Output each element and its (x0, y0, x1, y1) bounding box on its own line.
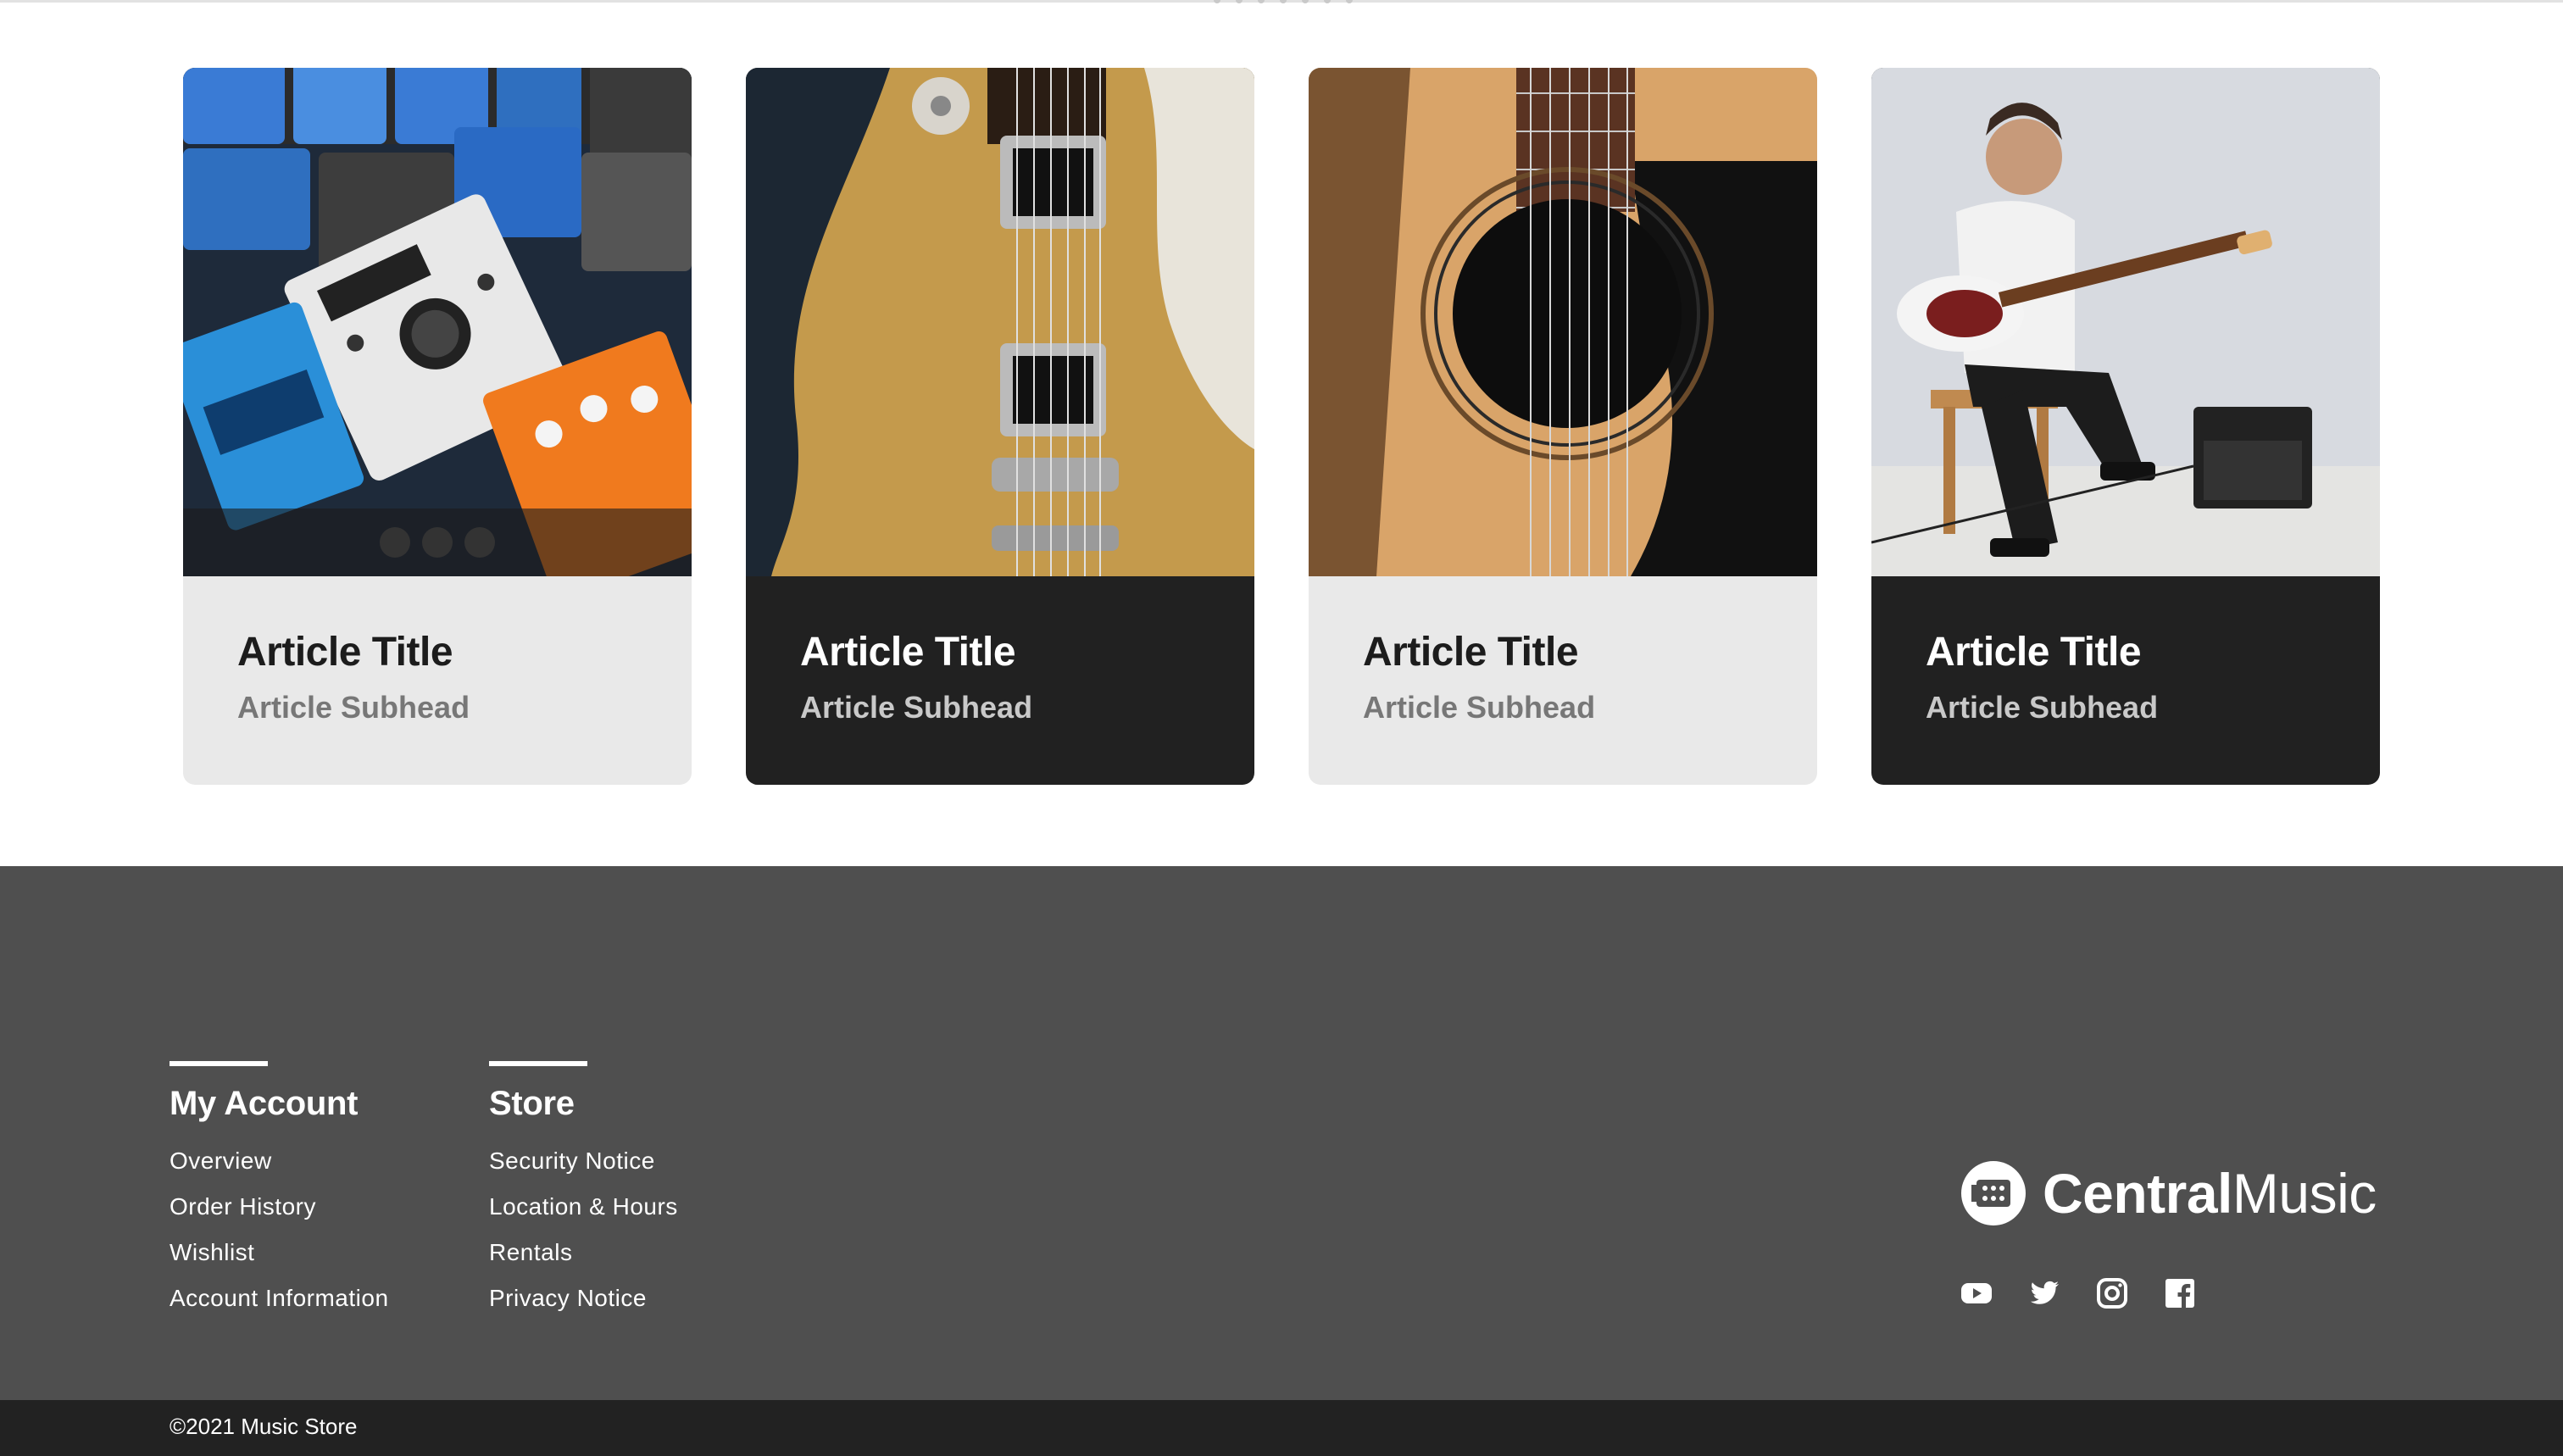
effects-pedals-photo (183, 68, 692, 576)
article-subhead: Article Subhead (1926, 689, 2159, 725)
article-subhead: Article Subhead (1363, 689, 1596, 725)
youtube-icon[interactable] (1960, 1276, 1993, 1310)
article-cards: Article Title Article Subhead Article Ti… (183, 68, 2380, 785)
footer-link-location-hours[interactable]: Location & Hours (489, 1184, 678, 1230)
article-card[interactable]: Article Title Article Subhead (1309, 68, 1817, 785)
article-subhead: Article Subhead (800, 689, 1033, 725)
brand-name-light: Music (2232, 1162, 2377, 1225)
footer-link-rentals[interactable]: Rentals (489, 1230, 678, 1275)
section-rule (170, 1061, 268, 1066)
footer-link-account-information[interactable]: Account Information (170, 1275, 389, 1321)
brand-name-strong: Central (2043, 1162, 2232, 1225)
footer-heading-my-account: My Account (170, 1085, 359, 1122)
guitarist-photo (1871, 68, 2380, 576)
footer-link-order-history[interactable]: Order History (170, 1184, 389, 1230)
footer-my-account: My Account Overview Order History Wishli… (170, 1061, 389, 1321)
social-links (1960, 1276, 2197, 1310)
article-title[interactable]: Article Title (800, 630, 1200, 675)
brand-logo-link[interactable]: CentralMusic (1960, 1159, 2377, 1227)
electric-guitar-photo (746, 68, 1254, 576)
footer-account-links: Overview Order History Wishlist Account … (170, 1138, 389, 1321)
article-card[interactable]: Article Title Article Subhead (1871, 68, 2380, 785)
copyright-text: ©2021 Music Store (170, 1414, 358, 1439)
page: Article Title Article Subhead Article Ti… (0, 0, 2563, 1456)
article-title[interactable]: Article Title (1363, 630, 1763, 675)
footer-heading-store: Store (489, 1085, 575, 1122)
article-title[interactable]: Article Title (237, 630, 637, 675)
guitar-headstock-icon (1961, 1161, 2026, 1225)
facebook-icon[interactable] (2163, 1276, 2197, 1310)
footer-bottom-bar: ©2021 Music Store (0, 1400, 2563, 1456)
footer-link-security-notice[interactable]: Security Notice (489, 1138, 678, 1184)
carousel-dots[interactable] (1173, 0, 1393, 5)
article-subhead: Article Subhead (237, 689, 470, 725)
article-card[interactable]: Article Title Article Subhead (183, 68, 692, 785)
footer-link-wishlist[interactable]: Wishlist (170, 1230, 389, 1275)
brand-name: CentralMusic (2043, 1161, 2377, 1225)
acoustic-guitar-photo (1309, 68, 1817, 576)
article-title[interactable]: Article Title (1926, 630, 2326, 675)
section-rule (489, 1061, 587, 1066)
footer-store-links: Security Notice Location & Hours Rentals… (489, 1138, 678, 1321)
twitter-icon[interactable] (2027, 1276, 2061, 1310)
instagram-icon[interactable] (2095, 1276, 2129, 1310)
article-card[interactable]: Article Title Article Subhead (746, 68, 1254, 785)
footer-store: Store Security Notice Location & Hours R… (489, 1061, 678, 1321)
footer: My Account Overview Order History Wishli… (0, 866, 2563, 1400)
footer-link-overview[interactable]: Overview (170, 1138, 389, 1184)
footer-link-privacy-notice[interactable]: Privacy Notice (489, 1275, 678, 1321)
